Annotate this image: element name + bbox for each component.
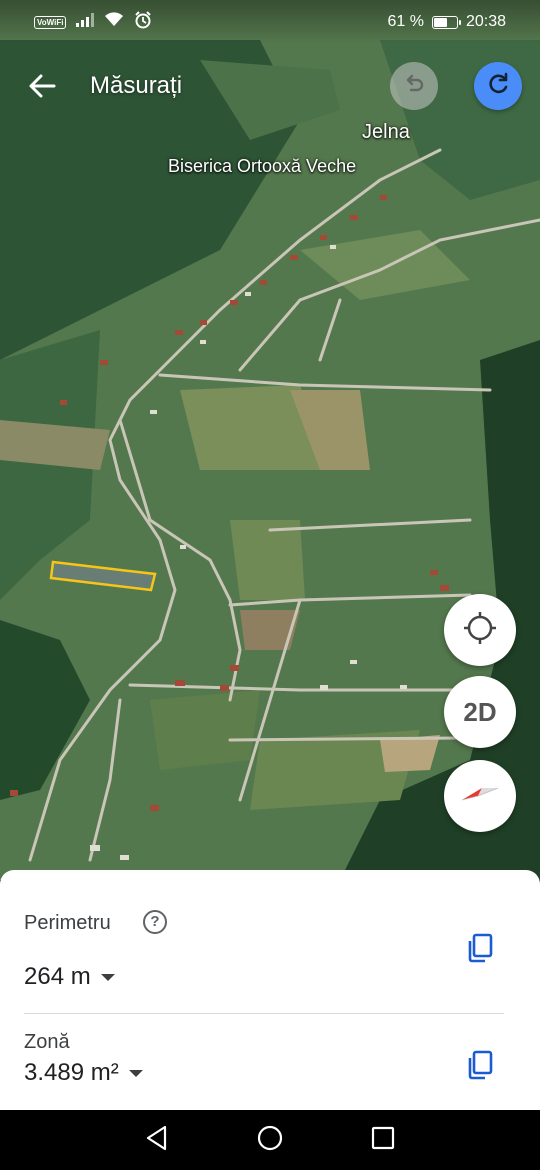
undo-icon — [402, 72, 426, 101]
status-right: 61 % 20:38 — [387, 13, 506, 31]
battery-text: 61 % — [387, 13, 424, 30]
map-label-town[interactable]: Jelna — [362, 121, 410, 144]
redo-button[interactable] — [474, 62, 522, 110]
area-value-dropdown[interactable]: 3.489 m² — [24, 1059, 143, 1087]
battery-icon — [431, 15, 461, 29]
area-value: 3.489 m² — [24, 1059, 119, 1086]
app-bar: Măsurați — [0, 58, 540, 118]
satellite-map[interactable]: Jelna Biserica Ortooxă Veche — [0, 0, 540, 880]
clock: 20:38 — [465, 13, 506, 30]
status-left: VoWiFi — [34, 10, 152, 34]
signal-icon — [76, 12, 95, 32]
back-triangle-icon — [145, 1125, 169, 1156]
arrow-back-icon — [28, 74, 56, 103]
dropdown-caret-icon — [100, 973, 115, 981]
wifi-icon — [104, 12, 124, 32]
copy-icon — [466, 933, 494, 968]
back-button[interactable] — [22, 68, 62, 108]
satellite-imagery — [0, 0, 540, 880]
home-circle-icon — [257, 1125, 283, 1156]
nav-back-button[interactable] — [137, 1120, 177, 1160]
nav-home-button[interactable] — [250, 1120, 290, 1160]
perimeter-label: Perimetru — [24, 912, 111, 934]
copy-area-button[interactable] — [462, 1049, 498, 1085]
undo-button[interactable] — [390, 62, 438, 110]
view-mode-button[interactable]: 2D — [444, 676, 516, 748]
area-label: Zonă — [24, 1031, 70, 1053]
my-location-icon — [462, 610, 498, 651]
map-label-landmark[interactable]: Biserica Ortooxă Veche — [168, 156, 356, 177]
compass-icon — [460, 782, 500, 811]
nav-recents-button[interactable] — [363, 1120, 403, 1160]
perimeter-value: 264 m — [24, 963, 91, 990]
page-title: Măsurați — [90, 72, 183, 99]
alarm-icon — [134, 10, 152, 34]
redo-icon — [485, 71, 511, 102]
copy-perimeter-button[interactable] — [462, 932, 498, 968]
recents-square-icon — [371, 1126, 395, 1155]
status-bar: VoWiFi 61 % 20:38 — [0, 0, 540, 44]
compass-button[interactable] — [444, 760, 516, 832]
dropdown-caret-icon — [128, 1069, 143, 1077]
vowifi-badge: VoWiFi — [34, 15, 67, 29]
copy-icon — [466, 1050, 494, 1085]
measurement-sheet: Perimetru ? 264 m Zonă 3.489 m² — [0, 870, 540, 1110]
help-icon[interactable]: ? — [143, 910, 167, 934]
my-location-button[interactable] — [444, 594, 516, 666]
system-nav-bar — [0, 1110, 540, 1170]
perimeter-value-dropdown[interactable]: 264 m — [24, 963, 115, 991]
divider — [24, 1013, 504, 1014]
